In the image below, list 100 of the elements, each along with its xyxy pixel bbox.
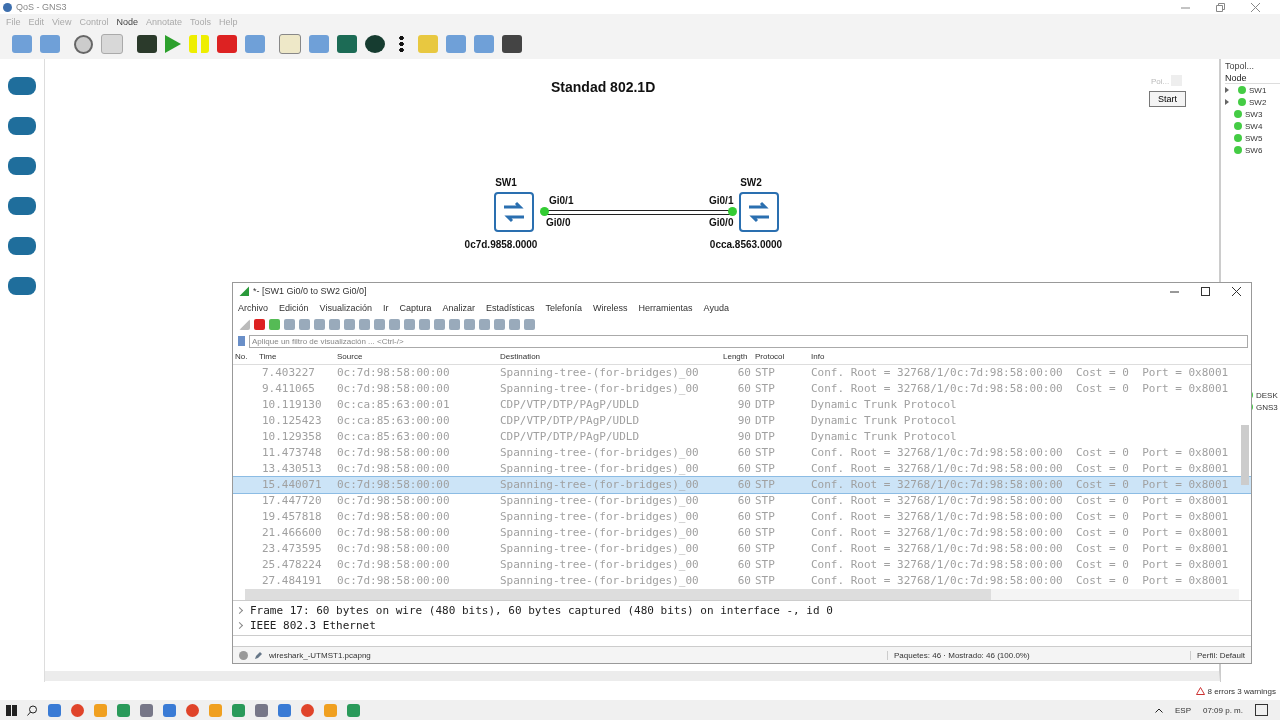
table-cell-text: 0c:7d:98:58:00:00 — [337, 446, 451, 460]
table-cell-text: Spanning-tree-(for-bridges)_00 — [500, 558, 700, 572]
table-cell-text: STP — [755, 462, 776, 476]
window-title: *- [SW1 Gi0/0 to SW2 Gi0/0] — [253, 286, 367, 297]
table-cell-text: CDP/VTP/DTP/PAgP/UDLD — [500, 398, 641, 412]
menu-item[interactable]: Telefonía — [545, 303, 583, 314]
menu-item[interactable]: Captura — [399, 303, 432, 314]
table-cell-text: 60 — [736, 510, 752, 524]
tree-item[interactable]: SW4 — [1245, 121, 1263, 131]
tree-item[interactable]: Frame 17: 60 bytes on wire (480 bits), 60 bytes captured (480 bits) on interface -, id 0 — [250, 603, 833, 619]
column-header[interactable]: Source — [337, 352, 500, 362]
table-cell-text: Conf. Root = 32768/1/0c:7d:98:58:00:00 Cost = 0 Port = 0x8001 — [811, 526, 1230, 540]
table-cell-text: Conf. Root = 32768/1/0c:7d:98:58:00:00 Cost = 0 Port = 0x8001 — [811, 462, 1230, 476]
tree-item[interactable]: SW5 — [1245, 133, 1263, 143]
table-cell-text: 27.484191 — [261, 574, 323, 588]
table-cell-text: Conf. Root = 32768/1/0c:7d:98:58:00:00 Cost = 0 Port = 0x8001 — [811, 558, 1230, 572]
table-cell-text: DTP — [755, 414, 776, 428]
table-cell-text: 60 — [736, 478, 752, 492]
tree-item[interactable]: SW2 — [1249, 97, 1267, 107]
table-cell-text: 0c:7d:98:58:00:00 — [337, 382, 451, 396]
table-cell-text: 19.457818 — [261, 510, 323, 524]
column-header[interactable]: Destination — [500, 352, 723, 362]
tree-item[interactable]: SW1 — [1249, 85, 1267, 95]
menu-item[interactable]: Node — [116, 16, 138, 27]
table-cell-text: 0c:7d:98:58:00:00 — [337, 526, 451, 540]
table-cell-text: 60 — [736, 558, 752, 572]
table-cell-text: 60 — [736, 366, 752, 380]
menu-item[interactable]: Wireless — [593, 303, 628, 314]
menu-item[interactable]: Analizar — [442, 303, 475, 314]
table-cell-text: Spanning-tree-(for-bridges)_00 — [500, 462, 700, 476]
table-cell-text: 25.478224 — [261, 558, 323, 572]
table-cell-text: 7.403227 — [261, 366, 316, 380]
clock[interactable]: 07:09 p. m. — [1202, 705, 1243, 715]
menu-item[interactable]: Archivo — [238, 303, 268, 314]
menu-item[interactable]: Ir — [382, 303, 389, 314]
table-cell-text: 60 — [736, 542, 752, 556]
port-label: Gi0/0 — [546, 217, 571, 228]
table-cell-text: STP — [755, 526, 776, 540]
menu-item[interactable]: Visualización — [319, 303, 372, 314]
start-button[interactable]: Start — [1149, 91, 1186, 107]
packet-count: Paquetes: 46 · Mostrado: 46 (100.0%) — [886, 650, 1184, 660]
table-cell-text: Dynamic Trunk Protocol — [811, 398, 958, 412]
table-cell-text: Spanning-tree-(for-bridges)_00 — [500, 478, 700, 492]
table-cell-text: DTP — [755, 398, 776, 412]
table-cell-text: 0c:ca:85:63:00:00 — [337, 414, 451, 428]
table-cell-text: Conf. Root = 32768/1/0c:7d:98:58:00:00 Cost = 0 Port = 0x8001 — [811, 574, 1230, 588]
table-cell-text: 0c:7d:98:58:00:00 — [337, 478, 451, 492]
table-cell-text: CDP/VTP/DTP/PAgP/UDLD — [500, 430, 641, 444]
table-cell-text: 11.473748 — [261, 446, 323, 460]
table-cell-text: CDP/VTP/DTP/PAgP/UDLD — [500, 414, 641, 428]
menu-item[interactable]: Estadísticas — [485, 303, 535, 314]
table-cell-text: 15.440071 — [261, 478, 323, 492]
table-cell-text: 0c:ca:85:63:00:01 — [337, 398, 451, 412]
table-cell-text: 0c:7d:98:58:00:00 — [337, 574, 451, 588]
table-cell-text: 0c:7d:98:58:00:00 — [337, 366, 451, 380]
table-cell-text: Conf. Root = 32768/1/0c:7d:98:58:00:00 Cost = 0 Port = 0x8001 — [811, 446, 1230, 460]
column-header[interactable]: Protocol — [755, 352, 811, 362]
table-cell-text: 90 — [736, 430, 752, 444]
port-label: Gi0/1 — [549, 195, 574, 206]
table-cell-text: STP — [755, 382, 776, 396]
server-item[interactable]: GNS3 — [1256, 402, 1278, 412]
tree-item[interactable]: SW6 — [1245, 145, 1263, 155]
table-cell-text: Spanning-tree-(for-bridges)_00 — [500, 542, 700, 556]
table-cell-text: Spanning-tree-(for-bridges)_00 — [500, 366, 700, 380]
table-cell-text: 13.430513 — [261, 462, 323, 476]
table-cell-text: Dynamic Trunk Protocol — [811, 430, 958, 444]
table-cell-text: Conf. Root = 32768/1/0c:7d:98:58:00:00 Cost = 0 Port = 0x8001 — [811, 478, 1230, 492]
table-cell-text: 90 — [736, 398, 752, 412]
filter-field[interactable]: Aplique un filtro de visualización ... <Ctrl-/> — [249, 334, 1248, 348]
node-address: 0cca.8563.0000 — [708, 239, 784, 250]
table-cell-text: 0c:7d:98:58:00:00 — [337, 494, 451, 508]
column-header[interactable]: No. — [235, 352, 259, 362]
server-item[interactable]: DESK — [1256, 390, 1278, 400]
table-cell-text: STP — [755, 574, 776, 588]
table-cell-text: 9.411065 — [261, 382, 316, 396]
table-cell-text: 0c:7d:98:58:00:00 — [337, 542, 451, 556]
column-header[interactable]: Time — [259, 352, 337, 362]
window-title: QoS - GNS3 — [16, 2, 67, 12]
table-cell-text: Spanning-tree-(for-bridges)_00 — [500, 526, 700, 540]
menu-item[interactable]: Edición — [279, 303, 309, 314]
table-cell-text: Conf. Root = 32768/1/0c:7d:98:58:00:00 Cost = 0 Port = 0x8001 — [811, 542, 1230, 556]
table-cell-text: 90 — [736, 414, 752, 428]
table-cell-text: 0c:7d:98:58:00:00 — [337, 462, 451, 476]
table-cell-text: STP — [755, 510, 776, 524]
menu-item[interactable]: Herramientas — [638, 303, 693, 314]
profile-label[interactable]: Perfil: Default — [1189, 650, 1251, 660]
column-header[interactable]: Length — [723, 352, 755, 362]
tree-item[interactable]: IEEE 802.3 Ethernet — [250, 618, 376, 634]
table-cell-text: 60 — [736, 494, 752, 508]
tree-item[interactable]: SW3 — [1245, 109, 1263, 119]
column-header: Node — [1225, 73, 1280, 84]
table-cell-text: 60 — [736, 574, 752, 588]
panel-title: Topol... — [1225, 61, 1255, 71]
table-cell-text: Spanning-tree-(for-bridges)_00 — [500, 510, 700, 524]
table-cell-text: 21.466600 — [261, 526, 323, 540]
language-indicator[interactable]: ESP — [1174, 705, 1191, 715]
menu-item[interactable]: Ayuda — [703, 303, 729, 314]
node-label: SW1 — [494, 177, 518, 188]
table-cell-text: Spanning-tree-(for-bridges)_00 — [500, 446, 700, 460]
column-header[interactable]: Info — [811, 352, 1251, 362]
